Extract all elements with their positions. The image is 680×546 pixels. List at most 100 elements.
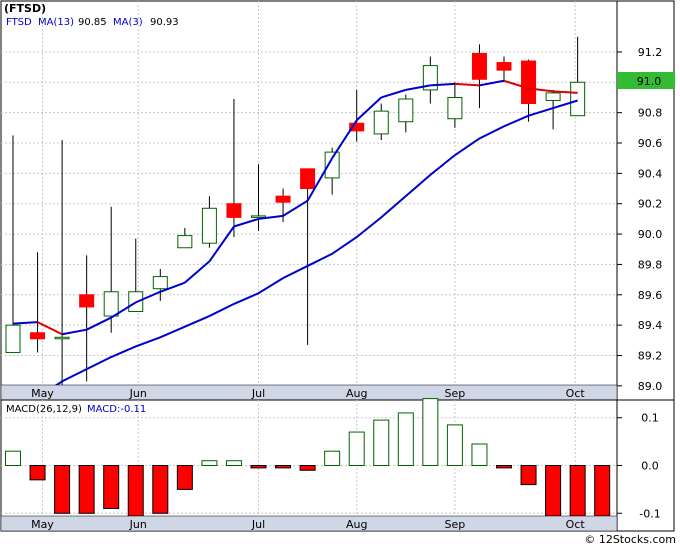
macd-bar-negative (299, 465, 316, 471)
ma3-segment (479, 79, 505, 87)
legend-ma13-value: 90.85 (78, 17, 107, 28)
month-label: Jun (129, 387, 147, 400)
candle-up (251, 215, 266, 218)
macd-bar-negative (29, 465, 46, 481)
month-label: May (31, 387, 54, 400)
macd-tick-label: 0.1 (641, 412, 659, 425)
candle-down (521, 60, 537, 105)
macd-bar-positive (348, 431, 365, 466)
macd-bar-negative (78, 465, 95, 514)
macd-bar-positive (373, 419, 390, 467)
macd-legend-value: MACD:-0.11 (87, 404, 146, 415)
macd-bar-negative (152, 465, 169, 514)
ma3-segment (454, 82, 480, 87)
candle-up (201, 207, 217, 244)
macd-bar-negative (127, 465, 144, 517)
candle-down (30, 332, 46, 340)
macd-legend: MACD(26,12,9) MACD:-0.11 (6, 404, 146, 415)
macd-bar-negative (594, 465, 611, 517)
candle-up (54, 336, 70, 340)
macd-tick-label: 0.0 (641, 460, 659, 473)
last-price-label: 91.0 (637, 75, 662, 88)
macd-bar-positive (397, 412, 414, 467)
price-tick-label: 90.0 (638, 228, 663, 241)
price-tick-label: 89.6 (638, 289, 663, 302)
ma3-segment (380, 88, 407, 99)
candle-up (447, 96, 463, 120)
macd-bar-negative (520, 465, 537, 486)
candle-up (373, 110, 389, 135)
month-label: May (31, 518, 54, 531)
candle-up (177, 235, 193, 249)
price-tick-label: 90.4 (638, 167, 663, 180)
month-label: Jun (129, 518, 147, 531)
ma3-segment (282, 199, 309, 217)
legend-ma13-label: MA(13) (38, 17, 74, 28)
price-panel-frame (0, 0, 675, 401)
macd-bar-positive (5, 450, 21, 466)
macd-bar-negative (54, 465, 71, 514)
ma3-segment (331, 119, 358, 159)
candle-up (545, 92, 561, 102)
price-grid (1, 1, 617, 387)
ma3-segment (61, 328, 87, 336)
ticker-title: (FTSD) (4, 2, 46, 15)
price-tick-label: 91.2 (638, 46, 663, 59)
price-axis: 89.0 89.2 89.4 89.6 89.8 90.0 90.2 90.4 90.6 90.8… (617, 46, 662, 393)
time-axis-bar-bottom (0, 515, 618, 532)
month-label: Aug (346, 387, 367, 400)
legend-ma3-value: 90.93 (150, 17, 179, 28)
macd-bar-negative (275, 465, 292, 469)
ma3-segment (86, 316, 112, 331)
ma3-segment (12, 321, 38, 325)
macd-histogram (5, 398, 611, 517)
price-legend: FTSD MA(13) 90.85 MA(3) 90.93 (6, 17, 179, 28)
macd-bar-positive (471, 443, 488, 466)
time-axis-bar-top (0, 384, 618, 401)
price-tick-label: 89.8 (638, 258, 663, 271)
month-label: Aug (346, 518, 367, 531)
macd-bar-positive (422, 398, 439, 466)
price-tick-label: 90.2 (638, 198, 663, 211)
legend-ticker: FTSD (6, 17, 32, 28)
candle-up (152, 276, 168, 290)
candle-down (79, 294, 95, 308)
macd-bar-positive (201, 460, 218, 467)
month-label: Sep (445, 387, 466, 400)
candle-up (103, 291, 119, 317)
price-tick-label: 90.8 (638, 107, 663, 120)
ma3-segment (233, 217, 259, 228)
macd-bar-negative (103, 465, 120, 509)
price-tick-label: 90.6 (638, 137, 663, 150)
candle-up (5, 324, 21, 353)
month-label: Oct (566, 518, 586, 531)
macd-bar-negative (250, 465, 267, 469)
candle-down (275, 195, 291, 203)
month-label: Sep (445, 518, 466, 531)
month-label: Oct (566, 387, 586, 400)
macd-bar-negative (176, 465, 193, 490)
candle-down (496, 62, 512, 71)
macd-bar-negative (569, 465, 586, 517)
last-price-badge: 91.0 (617, 72, 675, 89)
candle-up (570, 81, 586, 117)
macd-bar-negative (496, 465, 512, 469)
candle-down (226, 203, 242, 218)
macd-axis: 0.1 0.0 -0.1 (617, 412, 661, 520)
macd-bar-negative (545, 465, 562, 517)
candle-down (471, 52, 487, 80)
price-tick-label: 89.0 (638, 380, 663, 393)
macd-bar-positive (446, 424, 463, 466)
macd-bar-positive (225, 460, 242, 467)
legend-ma3-label: MA(3) (113, 17, 143, 28)
month-label: Jul (251, 387, 265, 400)
macd-tick-label: -0.1 (639, 507, 660, 520)
month-label: Jul (251, 518, 265, 531)
price-tick-label: 89.4 (638, 319, 663, 332)
candle-up (398, 98, 414, 123)
watermark: © 12Stocks.com (584, 533, 676, 546)
macd-bar-positive (324, 450, 341, 466)
candle-down (300, 168, 316, 190)
stock-chart: 89.0 89.2 89.4 89.6 89.8 90.0 90.2 90.4 90.6 90.8… (0, 0, 676, 546)
price-tick-label: 89.2 (638, 350, 663, 363)
